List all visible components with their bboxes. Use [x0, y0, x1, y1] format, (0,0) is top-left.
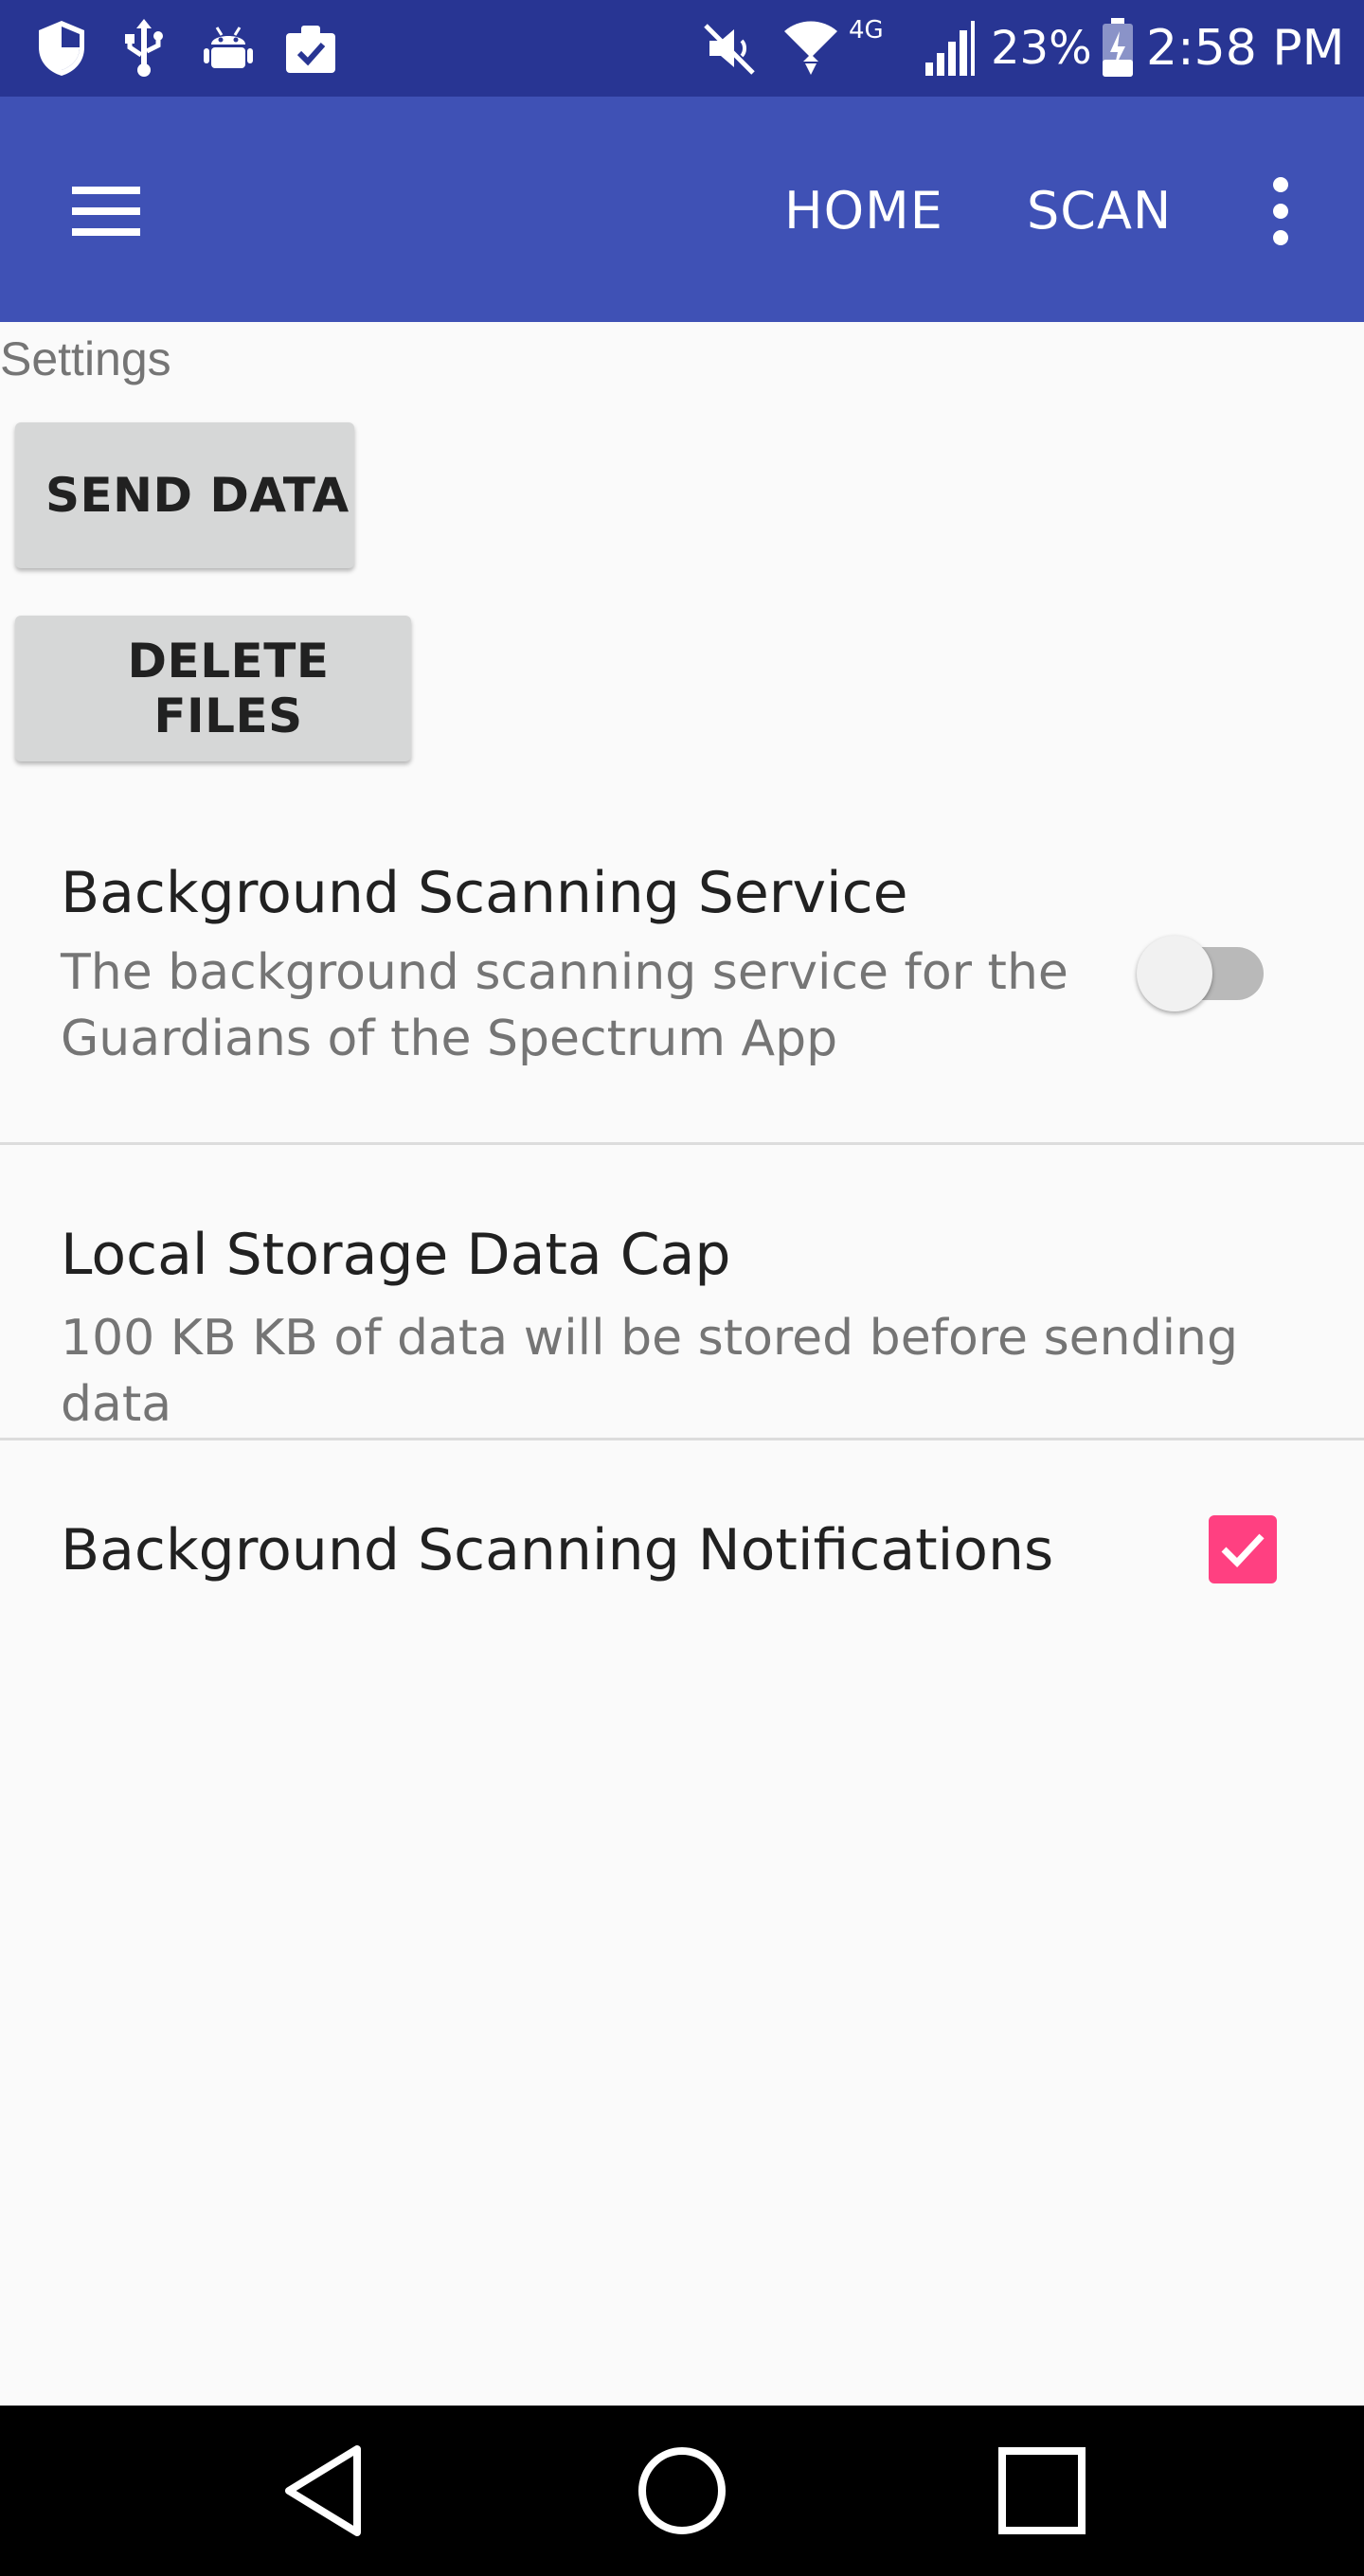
navigation-bar: [0, 2406, 1364, 2576]
send-data-button[interactable]: SEND DATA: [15, 422, 354, 568]
battery-charging-icon: [1099, 17, 1137, 80]
pref-local-storage-data-cap[interactable]: Local Storage Data Cap 100 KB KB of data…: [0, 1146, 1364, 1438]
hamburger-menu-icon[interactable]: [45, 159, 167, 263]
mute-icon: [697, 17, 763, 80]
settings-heading: Settings: [0, 332, 171, 385]
check-icon: [1221, 1533, 1265, 1568]
home-action[interactable]: HOME: [784, 169, 943, 254]
pref-title: Background Scanning Service: [61, 860, 908, 926]
more-vert-icon[interactable]: [1243, 169, 1319, 254]
divider: [0, 1142, 1364, 1145]
recents-icon[interactable]: [966, 2434, 1118, 2548]
usb-icon: [117, 17, 170, 80]
home-icon[interactable]: [606, 2434, 758, 2548]
pref-summary-line: 100 KB KB of data will be stored before …: [61, 1310, 1239, 1433]
status-time: 2:58 PM: [1146, 20, 1345, 77]
pref-title: Local Storage Data Cap: [61, 1222, 731, 1288]
scan-action[interactable]: SCAN: [1027, 169, 1172, 254]
clipboard-check-icon: [280, 17, 341, 80]
network-type: 4G: [849, 16, 884, 45]
pref-summary-line: Guardians of the Spectrum App: [61, 1011, 838, 1067]
divider: [0, 1438, 1364, 1440]
signal-icon: [921, 17, 979, 80]
pref-background-scanning-notifications[interactable]: Background Scanning Notifications: [0, 1441, 1364, 1665]
switch-thumb: [1137, 936, 1212, 1011]
back-icon[interactable]: [248, 2434, 400, 2548]
app-bar: HOME SCAN: [0, 97, 1364, 322]
shield-icon: [30, 17, 93, 80]
android-debug-icon: [199, 17, 258, 80]
delete-files-button[interactable]: DELETE FILES: [15, 616, 411, 761]
battery-percent: 23%: [991, 22, 1092, 75]
status-bar: 4G 23% 2:58 PM: [0, 0, 1364, 97]
pref-title: Background Scanning Notifications: [61, 1517, 1054, 1583]
background-scanning-switch[interactable]: [1137, 926, 1264, 1011]
pref-summary-line: The background scanning service for the: [61, 944, 1068, 1001]
notifications-checkbox[interactable]: [1209, 1515, 1277, 1583]
wifi-icon: [781, 17, 841, 80]
